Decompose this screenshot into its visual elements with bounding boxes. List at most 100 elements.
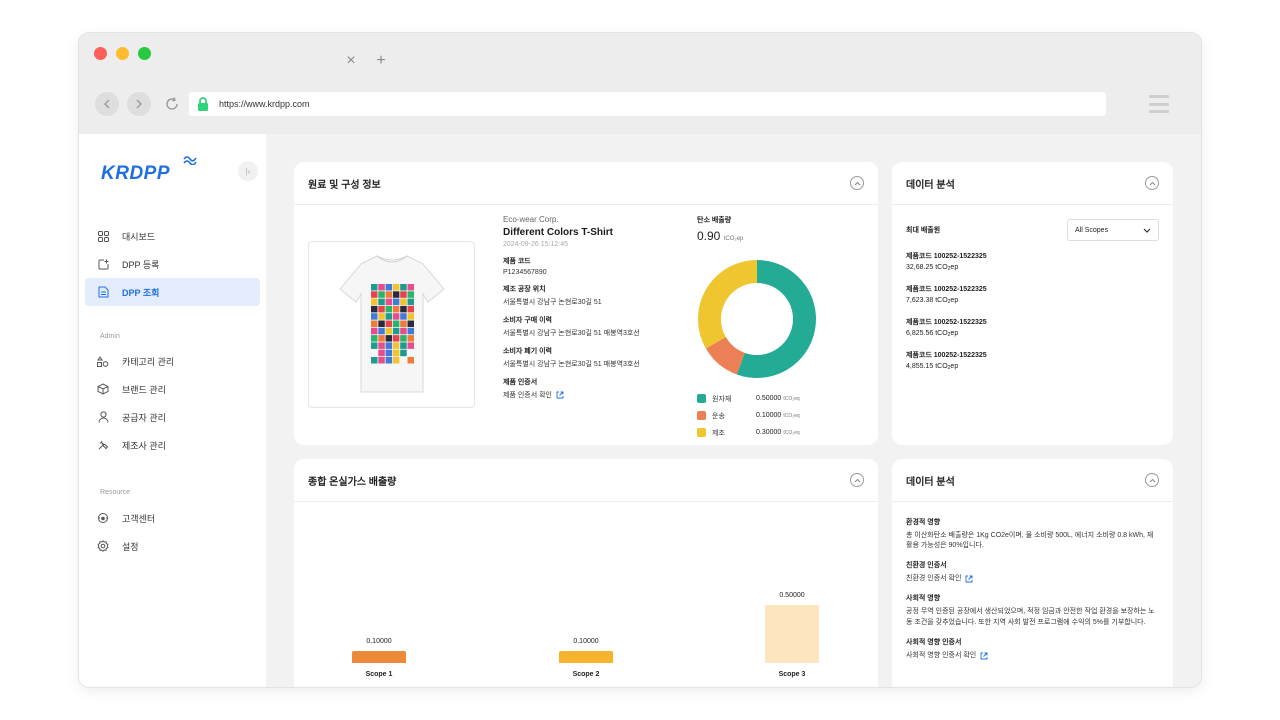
certificate-link[interactable]: 제품 인증서 확인 — [503, 390, 678, 400]
product-name: Different Colors T-Shirt — [503, 227, 614, 238]
field-factory-location: 제조 공장 위치 서울특별시 강남구 논현로30길 51 — [503, 284, 678, 307]
collapse-card-button[interactable] — [1145, 176, 1159, 190]
external-link-icon — [965, 575, 973, 583]
section-label-resource: Resource — [100, 489, 130, 496]
sidebar-item-settings[interactable]: 설정 — [85, 532, 260, 560]
product-code: 제품코드 100252-1522325 — [906, 319, 987, 326]
address-bar[interactable]: https://www.krdpp.com — [189, 92, 1106, 116]
legend-swatch — [697, 411, 706, 420]
sidebar-item-customer-center[interactable]: 고객센터 — [85, 504, 260, 532]
user-icon — [95, 411, 111, 423]
impact-text: 총 이산화탄소 배출량은 1Kg CO2e이며, 물 소비량 500L, 에너지… — [906, 531, 1159, 551]
top-source-item[interactable]: 제품코드 100252-1522325 6,825.56 tCO2ep — [906, 317, 1159, 338]
print-block — [385, 342, 393, 349]
print-block — [392, 284, 400, 291]
carbon-unit: tCO₂ep — [723, 236, 744, 242]
scope-select[interactable]: All Scopes — [1067, 219, 1159, 241]
back-button[interactable] — [95, 92, 119, 116]
grid-icon — [95, 230, 111, 242]
print-block — [371, 284, 378, 291]
donut-slice[interactable] — [698, 260, 757, 349]
sidebar-item-category[interactable]: 카테고리 관리 — [85, 347, 260, 375]
legend-value: 0.30000 tCO₂eq — [756, 429, 800, 436]
certificate-link[interactable]: 사회적 영향 인증서 확인 — [906, 651, 1159, 661]
card-title: 종합 온실가스 배출량 — [308, 476, 397, 488]
field-value-text: P1234567890 — [503, 269, 547, 276]
analysis-bottom-card: 데이터 분석 환경적 영향총 이산화탄소 배출량은 1Kg CO2e이며, 물 … — [892, 459, 1173, 687]
composition-card-header: 원료 및 구성 정보 — [294, 162, 878, 205]
impact-block: 친환경 인증서친환경 인증서 확인 — [906, 560, 1159, 584]
print-block — [378, 342, 385, 349]
collapse-card-button[interactable] — [850, 473, 864, 487]
bar[interactable] — [352, 651, 406, 663]
impact-title: 환경적 영향 — [906, 519, 941, 526]
top-source-item[interactable]: 제품코드 100252-1522325 7,623.38 tCO2ep — [906, 284, 1159, 305]
sidebar-item-dpp-register[interactable]: DPP 등록 — [85, 250, 260, 278]
collapse-sidebar-button[interactable]: |‹ — [238, 161, 258, 181]
impact-title: 사회적 영향 — [906, 595, 941, 603]
card-title: 데이터 분석 — [906, 476, 955, 488]
maximize-window-button[interactable] — [138, 47, 151, 60]
product-image[interactable] — [308, 241, 475, 408]
sidebar-item-label: 설정 — [122, 541, 139, 552]
url-text: https://www.krdpp.com — [219, 99, 310, 109]
print-block — [407, 327, 414, 335]
print-block — [392, 335, 400, 342]
field-value-text: 서울특별시 강남구 논현로30길 51 — [503, 299, 602, 306]
top-source-item[interactable]: 제품코드 100252-1522325 4,855.15 tCO2ep — [906, 350, 1159, 371]
collapse-card-button[interactable] — [850, 176, 864, 190]
certificate-link[interactable]: 친환경 인증서 확인 — [906, 574, 1159, 584]
print-block — [378, 284, 385, 291]
gear-icon — [95, 540, 111, 552]
carbon-summary: 탄소 배출량 0.90 tCO₂ep — [697, 215, 867, 243]
top-source-row: 최대 배출원 All Scopes — [906, 219, 1159, 241]
print-block — [385, 349, 393, 357]
chevron-up-icon — [1149, 478, 1155, 482]
bar[interactable] — [765, 605, 819, 663]
browser-window: × + https://www.krdpp.com KRDPP |‹ 대시보드 — [79, 33, 1201, 687]
sidebar-item-supplier[interactable]: 공급자 관리 — [85, 403, 260, 431]
card-title: 원료 및 구성 정보 — [308, 179, 381, 191]
new-tab-icon[interactable]: + — [374, 53, 388, 69]
close-window-button[interactable] — [94, 47, 107, 60]
print-block — [407, 335, 414, 342]
legend-value: 0.10000 tCO₂eq — [756, 412, 800, 419]
forward-button[interactable] — [127, 92, 151, 116]
bar-column: 0.10000 Scope 1 — [319, 638, 439, 678]
logo[interactable]: KRDPP — [101, 163, 170, 185]
print-block — [400, 320, 407, 327]
sidebar-item-brand[interactable]: 브랜드 관리 — [85, 375, 260, 403]
print-block — [400, 305, 407, 313]
sidebar-item-dashboard[interactable]: 대시보드 — [85, 222, 260, 250]
ghg-card-header: 종합 온실가스 배출량 — [294, 459, 878, 502]
bar-value-label: 0.50000 — [779, 592, 805, 599]
impact-block: 사회적 영향 공정 무역 인증된 공장에서 생산되었으며, 적정 임금과 안전한 … — [906, 593, 1159, 627]
section-label-admin: Admin — [100, 333, 120, 340]
hamburger-menu-icon[interactable] — [1149, 95, 1169, 113]
print-block — [392, 305, 400, 313]
legend-label: 원자재 — [712, 395, 732, 403]
print-block — [392, 327, 400, 335]
bar[interactable] — [559, 651, 613, 663]
box-icon — [95, 383, 111, 395]
impact-title: 친환경 인증서 — [906, 562, 947, 570]
reload-button[interactable] — [161, 93, 183, 115]
impact-text-content: 총 이산화탄소 배출량은 1Kg CO2e이며, 물 소비량 500L, 에너지… — [906, 532, 1154, 550]
field-product-code: 제품 코드 P1234567890 — [503, 256, 678, 276]
analysis-top-body: 최대 배출원 All Scopes 제품코드 100252-1522325 32,… — [892, 205, 1173, 371]
bar-column: 0.50000 Scope 3 — [732, 592, 852, 678]
field-label: 제품 코드 — [503, 258, 531, 265]
minimize-window-button[interactable] — [116, 47, 129, 60]
legend-unit: tCO₂eq — [783, 430, 800, 436]
sidebar-item-manufacturer[interactable]: 제조사 관리 — [85, 431, 260, 459]
bar-value-label: 0.10000 — [573, 638, 599, 646]
top-source-item[interactable]: 제품코드 100252-1522325 32,68.25 tCO2ep — [906, 251, 1159, 272]
donut-legend: 원자재 0.50000 tCO₂eq 운송 0.10000 tCO₂eq 제조 0.30000… — [697, 390, 867, 441]
sidebar-item-dpp-search[interactable]: DPP 조회 — [85, 278, 260, 306]
tools-icon — [95, 439, 111, 451]
close-tab-icon[interactable]: × — [344, 53, 358, 69]
card-title: 데이터 분석 — [906, 179, 955, 191]
collapse-card-button[interactable] — [1145, 473, 1159, 487]
emission-value: 7,623.38 tCO2ep — [906, 297, 959, 305]
print-block — [385, 335, 393, 342]
